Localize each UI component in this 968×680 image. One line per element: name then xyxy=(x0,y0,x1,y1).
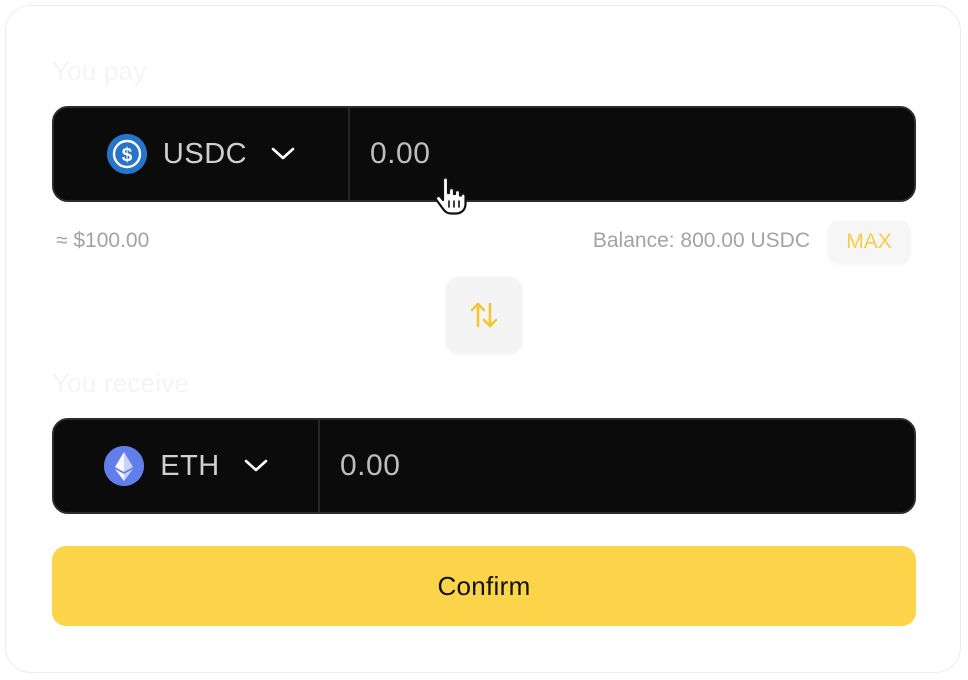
max-button[interactable]: MAX xyxy=(828,221,910,263)
pay-amount-input[interactable] xyxy=(350,108,914,200)
usdc-icon: $ xyxy=(106,134,147,174)
receive-amount-input[interactable] xyxy=(320,420,914,512)
pay-usd-value: ≈ $100.00 xyxy=(56,229,150,252)
pay-token-symbol: USDC xyxy=(162,137,248,170)
pay-token-row: $ USDC xyxy=(52,106,916,202)
receive-token-symbol: ETH xyxy=(160,449,220,482)
receive-token-selector[interactable]: ETH xyxy=(54,420,320,512)
svg-text:$: $ xyxy=(122,145,133,166)
swap-arrows-icon xyxy=(469,300,499,330)
chevron-down-icon xyxy=(244,459,268,473)
chevron-down-icon xyxy=(271,147,295,161)
swap-direction-button[interactable] xyxy=(446,277,522,353)
receive-section-label: You receive xyxy=(52,368,190,398)
pay-section-label: You pay xyxy=(52,56,147,86)
pay-token-selector[interactable]: $ USDC xyxy=(54,108,350,200)
eth-icon xyxy=(104,446,145,486)
confirm-button[interactable]: Confirm xyxy=(52,546,916,626)
pay-balance: Balance: 800.00 USDC xyxy=(592,229,810,252)
receive-token-row: ETH xyxy=(52,418,916,514)
